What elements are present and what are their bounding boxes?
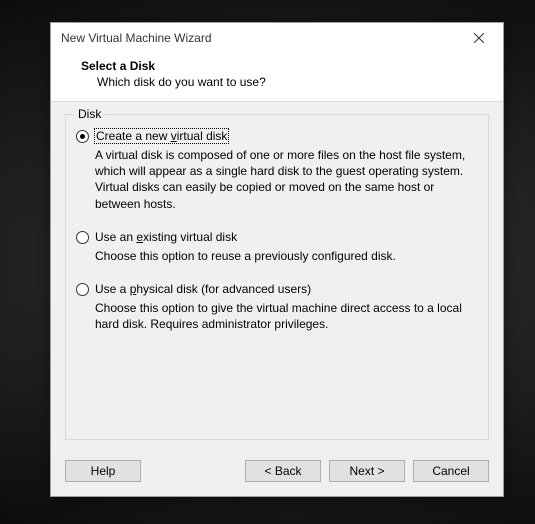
titlebar: New Virtual Machine Wizard — [51, 23, 503, 53]
disk-groupbox: Disk Create a new virtual disk A virtual… — [65, 114, 489, 440]
help-button[interactable]: Help — [65, 460, 141, 482]
radio-create-new[interactable] — [76, 130, 89, 143]
option-physical[interactable]: Use a physical disk (for advanced users)… — [76, 282, 478, 332]
back-button[interactable]: < Back — [245, 460, 321, 482]
radio-create-new-label: Create a new virtual disk — [95, 129, 228, 143]
groupbox-legend: Disk — [74, 107, 105, 121]
option-existing[interactable]: Use an existing virtual disk Choose this… — [76, 230, 478, 264]
radio-existing[interactable] — [76, 231, 89, 244]
option-physical-desc: Choose this option to give the virtual m… — [95, 300, 474, 332]
page-title: Select a Disk — [81, 59, 485, 73]
wizard-dialog: New Virtual Machine Wizard Select a Disk… — [50, 22, 504, 497]
option-create-new[interactable]: Create a new virtual disk A virtual disk… — [76, 129, 478, 212]
window-title: New Virtual Machine Wizard — [61, 31, 457, 45]
radio-physical[interactable] — [76, 283, 89, 296]
option-create-new-desc: A virtual disk is composed of one or mor… — [95, 147, 474, 212]
close-icon — [474, 33, 484, 43]
cancel-button[interactable]: Cancel — [413, 460, 489, 482]
next-button[interactable]: Next > — [329, 460, 405, 482]
content-area: Disk Create a new virtual disk A virtual… — [51, 101, 503, 450]
radio-existing-label: Use an existing virtual disk — [95, 230, 237, 244]
wizard-header: Select a Disk Which disk do you want to … — [51, 53, 503, 101]
page-subtitle: Which disk do you want to use? — [81, 73, 485, 89]
option-existing-desc: Choose this option to reuse a previously… — [95, 248, 474, 264]
radio-physical-label: Use a physical disk (for advanced users) — [95, 282, 311, 296]
button-row: Help < Back Next > Cancel — [51, 450, 503, 496]
close-button[interactable] — [457, 24, 501, 52]
